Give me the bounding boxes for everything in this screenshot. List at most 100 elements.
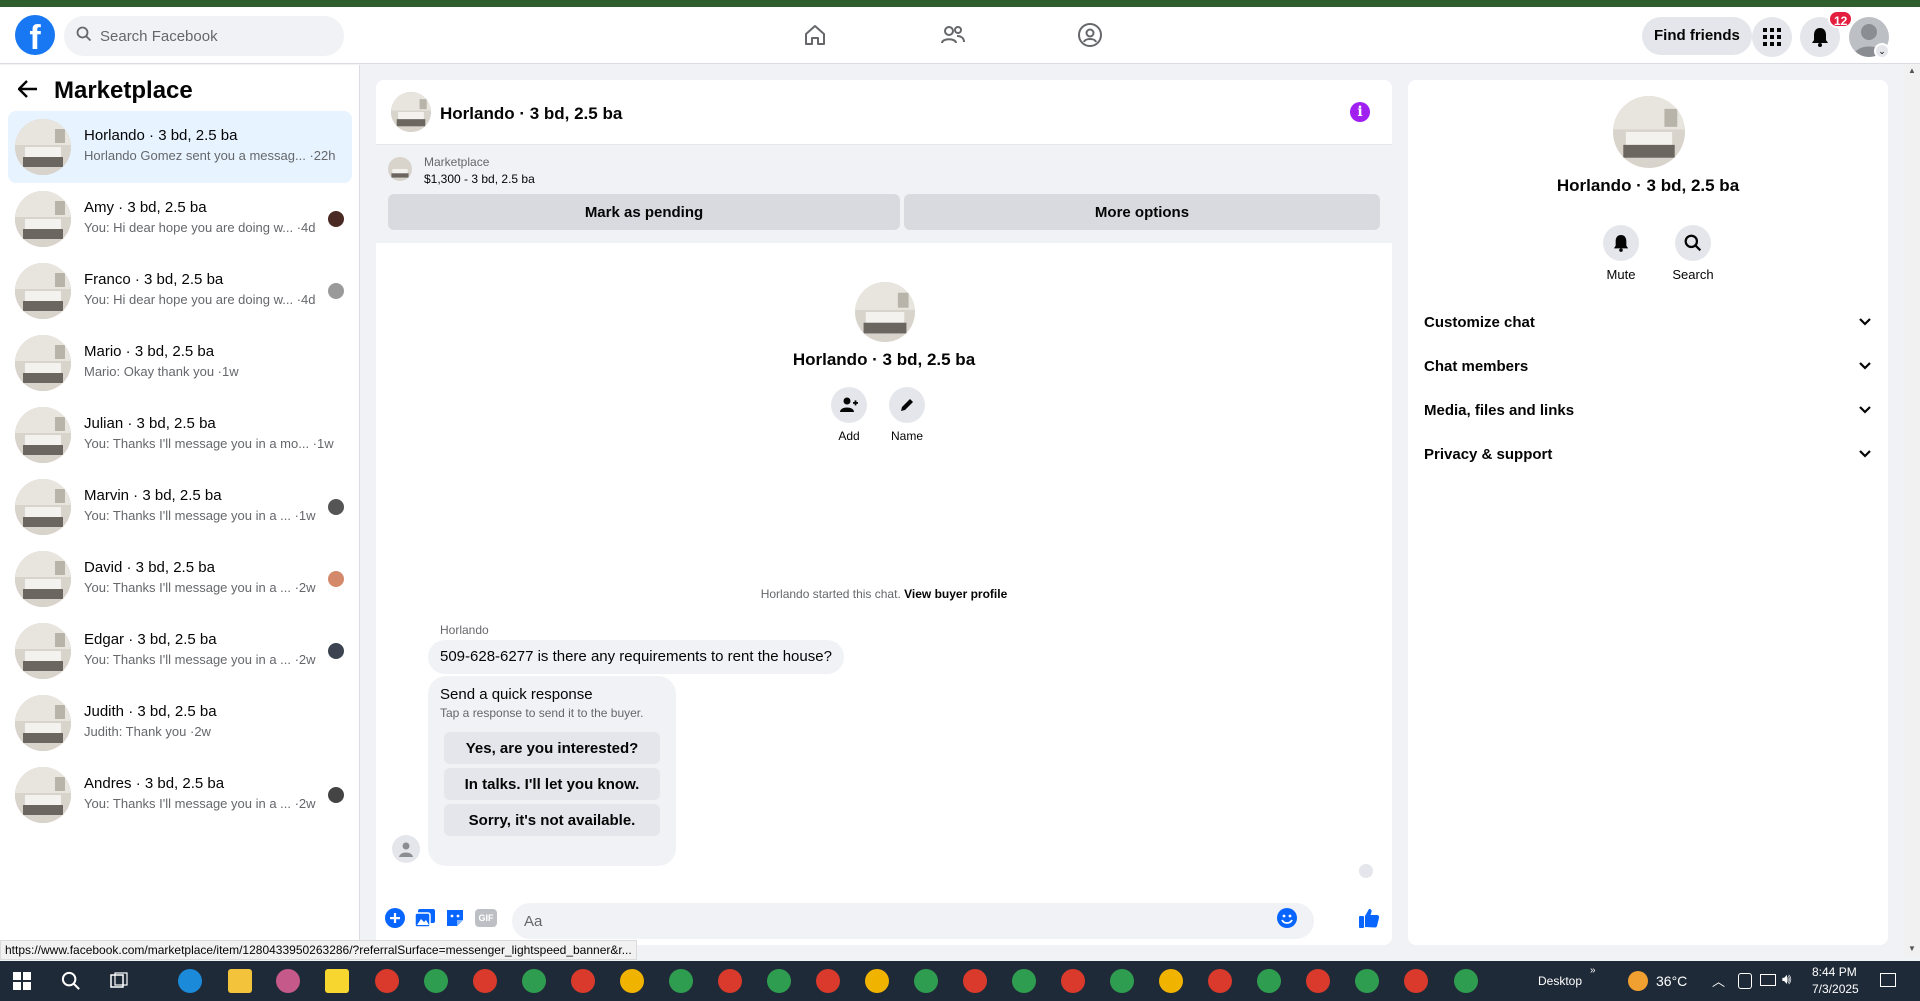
conversation-item[interactable]: Julian · 3 bd, 2.5 ba You: Thanks I'll m… bbox=[8, 399, 352, 471]
scroll-down-arrow-icon[interactable]: ▼ bbox=[1908, 944, 1916, 953]
conversation-item[interactable]: Horlando · 3 bd, 2.5 ba Horlando Gomez s… bbox=[8, 111, 352, 183]
chrome-profile-icon[interactable] bbox=[1257, 969, 1281, 993]
desktop-toolbar-label[interactable]: Desktop bbox=[1538, 974, 1582, 988]
search-in-chat-button[interactable]: Search bbox=[1663, 225, 1723, 282]
edit-name-button[interactable]: Name bbox=[877, 387, 937, 443]
conversation-item[interactable]: Edgar · 3 bd, 2.5 ba You: Thanks I'll me… bbox=[8, 615, 352, 687]
conversation-item[interactable]: Mario · 3 bd, 2.5 ba Mario: Okay thank y… bbox=[8, 327, 352, 399]
conversation-item[interactable]: Judith · 3 bd, 2.5 ba Judith: Thank you … bbox=[8, 687, 352, 759]
conversation-item[interactable]: Marvin · 3 bd, 2.5 ba You: Thanks I'll m… bbox=[8, 471, 352, 543]
buyer-mini-avatar bbox=[328, 571, 344, 587]
chrome-profile-icon[interactable] bbox=[865, 969, 889, 993]
taskbar-search-icon[interactable] bbox=[61, 971, 81, 996]
view-buyer-profile-link[interactable]: View buyer profile bbox=[904, 587, 1007, 601]
chat-header: Horlando · 3 bd, 2.5 ba i bbox=[376, 80, 1392, 145]
quick-response-button[interactable]: Sorry, it's not available. bbox=[444, 804, 660, 836]
search-input[interactable] bbox=[100, 27, 320, 45]
chrome-profile-icon[interactable] bbox=[1454, 969, 1478, 993]
chrome-profile-icon[interactable] bbox=[963, 969, 987, 993]
volume-icon[interactable]: 🔊︎ bbox=[1782, 971, 1791, 988]
chrome-profile-icon[interactable] bbox=[424, 969, 448, 993]
chat-header-thumbnail[interactable] bbox=[391, 92, 431, 132]
media-files-links-row[interactable]: Media, files and links bbox=[1416, 388, 1880, 432]
chrome-profile-icon[interactable] bbox=[473, 969, 497, 993]
conversation-item[interactable]: Amy · 3 bd, 2.5 ba You: Hi dear hope you… bbox=[8, 183, 352, 255]
listing-price-title[interactable]: $1,300 - 3 bd, 2.5 ba bbox=[424, 172, 535, 186]
menu-grid-icon[interactable] bbox=[1752, 17, 1792, 57]
tray-chevron-up-icon[interactable]: ︿ bbox=[1712, 971, 1725, 990]
photo-icon[interactable] bbox=[414, 907, 436, 929]
clock-time[interactable]: 8:44 PM bbox=[1812, 965, 1857, 979]
customize-chat-row[interactable]: Customize chat bbox=[1416, 300, 1880, 344]
back-arrow-icon[interactable] bbox=[17, 79, 38, 103]
file-explorer-icon[interactable] bbox=[228, 969, 252, 993]
message-input[interactable] bbox=[512, 903, 1314, 939]
quick-response-button[interactable]: Yes, are you interested? bbox=[444, 732, 660, 764]
chrome-profile-icon[interactable] bbox=[522, 969, 546, 993]
friends-icon[interactable] bbox=[933, 19, 973, 51]
chrome-profile-icon[interactable] bbox=[1404, 969, 1428, 993]
chrome-profile-icon[interactable] bbox=[1159, 969, 1183, 993]
paint-app-icon[interactable] bbox=[276, 969, 300, 993]
plus-circle-icon[interactable] bbox=[384, 907, 406, 929]
page-scrollbar[interactable]: ▲ ▼ bbox=[1904, 64, 1920, 957]
conversation-item[interactable]: Andres · 3 bd, 2.5 ba You: Thanks I'll m… bbox=[8, 759, 352, 831]
chrome-profile-icon[interactable] bbox=[1110, 969, 1134, 993]
weather-icon[interactable] bbox=[1628, 971, 1648, 991]
scroll-up-arrow-icon[interactable]: ▲ bbox=[1908, 66, 1916, 75]
message-sender-name: Horlando bbox=[440, 623, 489, 637]
chrome-profile-icon[interactable] bbox=[1355, 969, 1379, 993]
listing-thumbnail bbox=[15, 695, 71, 751]
thumbs-up-icon[interactable] bbox=[1358, 907, 1380, 929]
clock-date[interactable]: 7/3/2025 bbox=[1812, 982, 1859, 996]
chrome-profile-icon[interactable] bbox=[1012, 969, 1036, 993]
account-chevron-down-icon[interactable]: ⌄ bbox=[1874, 43, 1890, 59]
temperature-readout[interactable]: 36°C bbox=[1656, 973, 1687, 989]
chat-panel: Horlando · 3 bd, 2.5 ba i Marketplace $1… bbox=[376, 80, 1392, 945]
chrome-profile-icon[interactable] bbox=[1208, 969, 1232, 993]
chrome-profile-icon[interactable] bbox=[1061, 969, 1085, 993]
conversation-item[interactable]: Franco · 3 bd, 2.5 ba You: Hi dear hope … bbox=[8, 255, 352, 327]
task-view-icon[interactable] bbox=[110, 972, 128, 995]
mark-as-pending-button[interactable]: Mark as pending bbox=[388, 194, 900, 230]
privacy-support-row[interactable]: Privacy & support bbox=[1416, 432, 1880, 476]
network-icon[interactable] bbox=[1760, 974, 1776, 986]
add-person-button[interactable]: Add bbox=[819, 387, 879, 443]
chrome-profile-icon[interactable] bbox=[767, 969, 791, 993]
windows-start-icon[interactable] bbox=[13, 972, 31, 995]
home-icon[interactable] bbox=[795, 19, 835, 51]
groups-icon[interactable] bbox=[1070, 19, 1110, 51]
sticker-icon[interactable] bbox=[444, 907, 466, 929]
chrome-profile-icon[interactable] bbox=[620, 969, 644, 993]
facebook-logo[interactable]: f bbox=[15, 15, 55, 55]
sticky-notes-icon[interactable] bbox=[325, 969, 349, 993]
gif-icon[interactable]: GIF bbox=[474, 907, 498, 929]
chrome-profile-icon[interactable] bbox=[1306, 969, 1330, 993]
buyer-mini-avatar bbox=[328, 499, 344, 515]
more-options-button[interactable]: More options bbox=[904, 194, 1380, 230]
chrome-profile-icon[interactable] bbox=[816, 969, 840, 993]
quick-response-button[interactable]: In talks. I'll let you know. bbox=[444, 768, 660, 800]
emoji-icon[interactable] bbox=[1276, 907, 1298, 929]
chrome-profile-icon[interactable] bbox=[571, 969, 595, 993]
info-icon[interactable]: i bbox=[1350, 102, 1370, 122]
search-bar[interactable] bbox=[64, 16, 344, 56]
edge-browser-icon[interactable] bbox=[178, 969, 202, 993]
top-navigation-bar: f Find friends 12 ⌄ bbox=[0, 7, 1920, 64]
details-name: Horlando · 3 bd, 2.5 ba bbox=[1556, 176, 1740, 195]
conversation-snippet: You: Thanks I'll message you in a ... ·1… bbox=[84, 508, 316, 523]
chat-title[interactable]: Horlando · 3 bd, 2.5 ba bbox=[440, 104, 622, 124]
notification-center-icon[interactable] bbox=[1880, 973, 1896, 987]
chrome-profile-icon[interactable] bbox=[914, 969, 938, 993]
battery-icon[interactable] bbox=[1738, 973, 1752, 989]
conversation-item[interactable]: David · 3 bd, 2.5 ba You: Thanks I'll me… bbox=[8, 543, 352, 615]
chrome-profile-icon[interactable] bbox=[718, 969, 742, 993]
chrome-profile-icon[interactable] bbox=[669, 969, 693, 993]
chat-members-row[interactable]: Chat members bbox=[1416, 344, 1880, 388]
chrome-profile-icon[interactable] bbox=[375, 969, 399, 993]
listing-mini-thumbnail[interactable] bbox=[388, 157, 412, 181]
mute-button[interactable]: Mute bbox=[1591, 225, 1651, 282]
find-friends-button[interactable]: Find friends bbox=[1642, 17, 1752, 55]
toolbar-expand-chevron-icon[interactable]: » bbox=[1590, 965, 1596, 976]
listing-thumbnail bbox=[15, 119, 71, 175]
